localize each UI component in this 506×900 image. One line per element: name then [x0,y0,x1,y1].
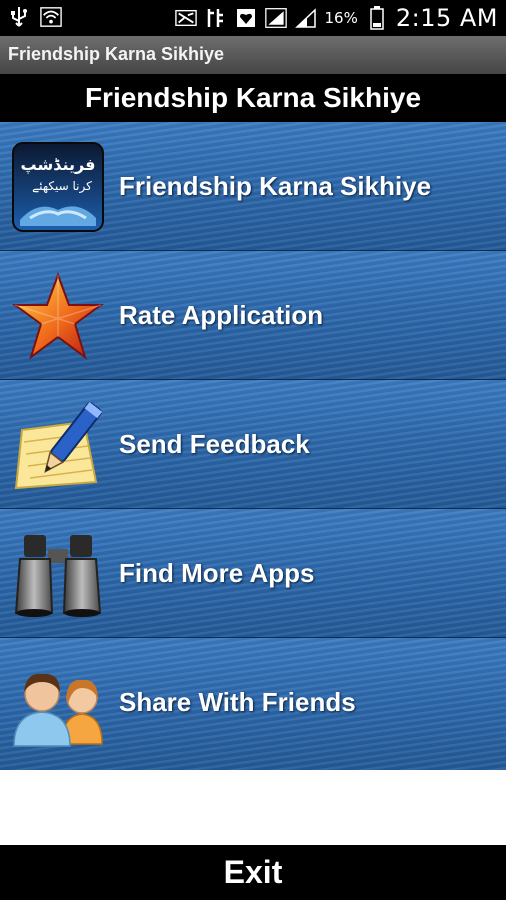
star-icon [11,271,105,361]
people-icon [12,658,104,748]
menu-item-rate[interactable]: Rate Application [0,251,506,380]
pencil-notepad-icon [12,400,104,490]
status-bar: 16% 2:15 AM [0,0,506,36]
menu-item-label: Share With Friends [119,687,356,717]
menu-item-share[interactable]: Share With Friends [0,638,506,770]
urdu-logo-line2: کرنا سیکھئے [32,179,92,194]
menu-item-label: Rate Application [119,300,324,330]
urdu-logo-line1: فرینڈشپ [21,155,96,175]
menu-item-find-apps[interactable]: Find More Apps [0,509,506,638]
menu-list: فرینڈشپ کرنا سیکھئے Friendship Karna Sik… [0,122,506,770]
data-icon [205,7,227,29]
battery-percent: 16% [324,9,358,27]
signal-icon [294,7,317,29]
exit-button[interactable]: Exit [0,845,506,900]
friendship-logo-icon: فرینڈشپ کرنا سیکھئے [12,142,104,232]
menu-item-friendship[interactable]: فرینڈشپ کرنا سیکھئے Friendship Karna Sik… [0,122,506,251]
app-title: Friendship Karna Sikhiye [8,44,225,64]
page-title: Friendship Karna Sikhiye [84,82,422,113]
exit-label: Exit [223,854,283,890]
mute-icon [174,7,197,29]
menu-item-label: Find More Apps [119,558,315,588]
signal-icon [264,7,287,29]
wifi-icon [40,6,62,28]
menu-item-feedback[interactable]: Send Feedback [0,380,506,509]
app-title-bar: Friendship Karna Sikhiye [0,36,506,75]
clock: 2:15 AM [395,4,498,32]
heart-icon [235,7,257,29]
page-header: Friendship Karna Sikhiye [0,74,506,122]
menu-item-label: Send Feedback [119,429,310,459]
usb-icon [8,6,30,28]
battery-icon [366,6,388,30]
menu-item-label: Friendship Karna Sikhiye [119,171,432,201]
binoculars-icon [12,529,104,619]
